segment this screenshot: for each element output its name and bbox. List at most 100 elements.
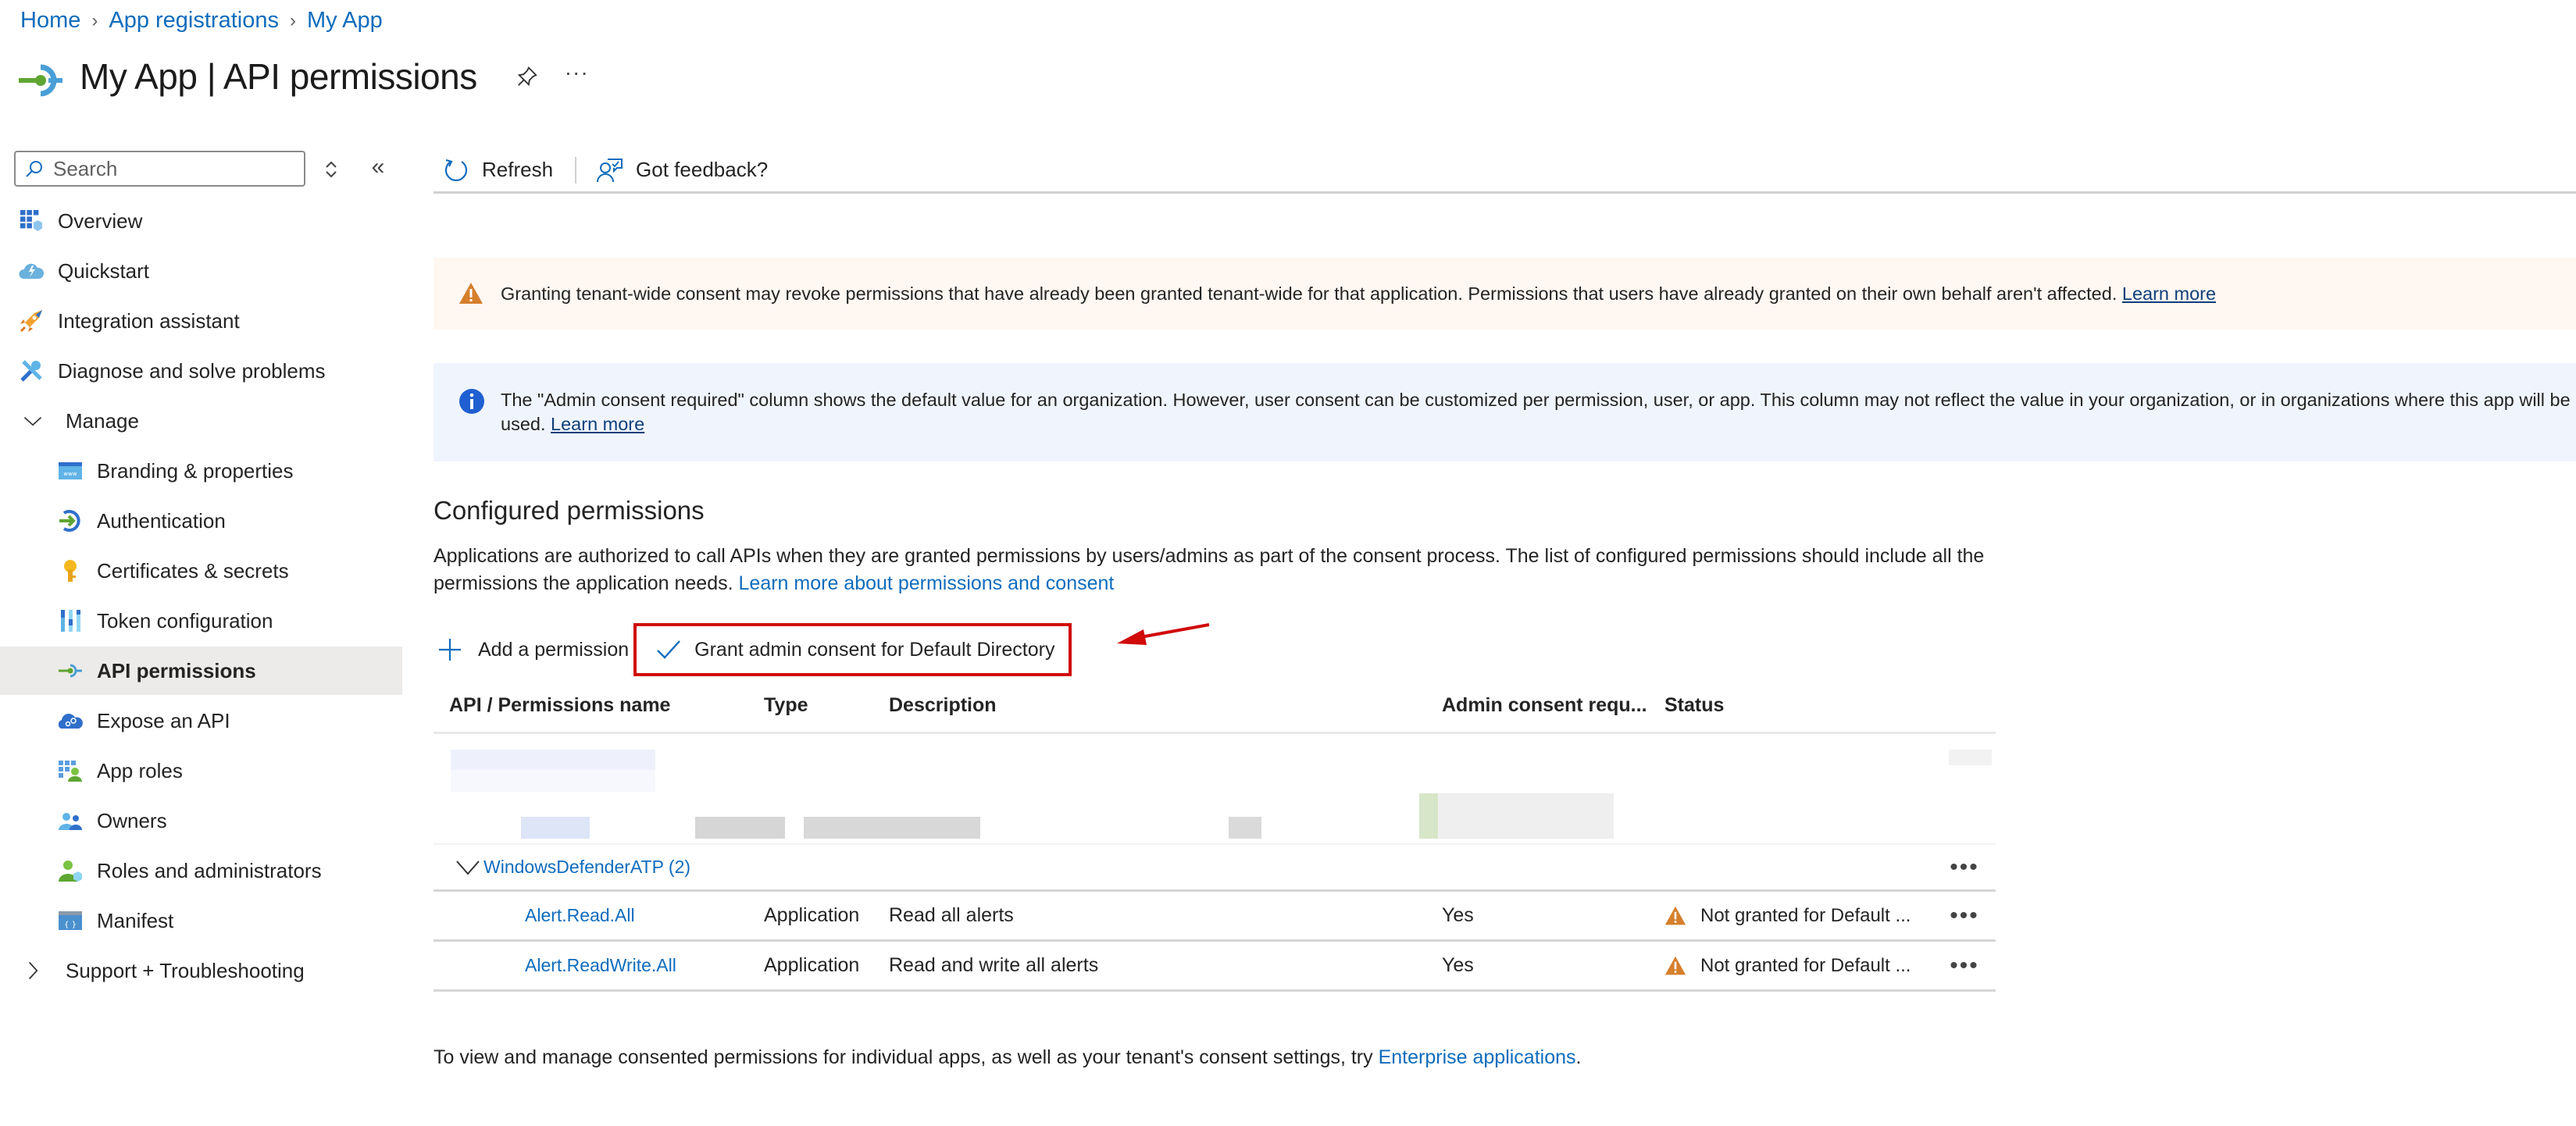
warning-text: Granting tenant-wide consent may revoke …: [501, 283, 2217, 304]
sidebar-item-owners[interactable]: Owners: [0, 796, 402, 845]
feedback-button[interactable]: Got feedback?: [587, 152, 779, 188]
sidebar-item-certificates[interactable]: Certificates & secrets: [0, 547, 402, 595]
warning-learn-more-link[interactable]: Learn more: [2122, 283, 2216, 304]
sidebar-item-branding[interactable]: www Branding & properties: [0, 447, 402, 495]
permission-name-link[interactable]: Alert.Read.All: [525, 905, 635, 925]
sidebar-item-label: Expose an API: [97, 708, 230, 732]
sidebar-item-label: Authentication: [97, 508, 226, 533]
breadcrumb-app-registrations[interactable]: App registrations: [109, 8, 279, 34]
expand-collapse-all-icon[interactable]: [320, 159, 342, 180]
collapse-sidebar-button[interactable]: «: [366, 154, 391, 180]
sidebar-item-label: App roles: [97, 758, 183, 782]
sidebar-item-authentication[interactable]: Authentication: [0, 497, 402, 545]
row-more-button[interactable]: •••: [1933, 903, 1996, 927]
sidebar-item-integration-assistant[interactable]: Integration assistant: [0, 297, 402, 345]
token-bars-icon: [58, 608, 83, 633]
permission-type: Application: [764, 904, 860, 926]
warning-icon: [1664, 905, 1686, 927]
admin-person-icon: [58, 858, 83, 883]
refresh-button[interactable]: Refresh: [433, 152, 564, 188]
sidebar: « Overview Quickstart Integration assist…: [0, 144, 402, 1126]
warning-icon: [458, 281, 483, 306]
status-text: Not granted for Default ...: [1700, 904, 1911, 926]
command-separator: [575, 156, 577, 184]
redacted-block: [1419, 793, 1438, 839]
warning-icon: [1664, 955, 1686, 977]
sidebar-item-label: Branding & properties: [97, 458, 294, 483]
footer-note: To view and manage consented permissions…: [433, 1046, 1582, 1068]
sidebar-item-token-configuration[interactable]: Token configuration: [0, 597, 402, 645]
owners-people-icon: [58, 808, 83, 833]
status-cell: Not granted for Default ...: [1664, 905, 1933, 927]
info-banner: The "Admin consent required" column show…: [433, 363, 2576, 461]
group-name: WindowsDefenderATP (2): [483, 857, 691, 877]
sidebar-item-expose-api[interactable]: Expose an API: [0, 697, 402, 745]
page-header: My App | API permissions ···: [17, 48, 589, 105]
www-browser-icon: www: [58, 458, 83, 483]
column-header-name[interactable]: API / Permissions name: [433, 694, 764, 717]
info-text: The "Admin consent required" column show…: [501, 390, 2571, 434]
search-input[interactable]: [53, 156, 287, 181]
breadcrumb-my-app[interactable]: My App: [307, 8, 383, 34]
info-learn-more-link[interactable]: Learn more: [551, 414, 644, 434]
sidebar-search[interactable]: [14, 151, 305, 187]
redacted-block: [451, 750, 655, 770]
cloud-bolt-icon: [19, 258, 44, 283]
sidebar-item-roles-admins[interactable]: Roles and administrators: [0, 846, 402, 895]
redacted-block: [1949, 750, 1992, 765]
redacted-rows: [433, 734, 1996, 845]
table-row: Alert.ReadWrite.All Application Read and…: [433, 942, 1996, 992]
chevron-down-icon: [20, 408, 45, 433]
breadcrumb: Home › App registrations › My App: [20, 8, 383, 34]
refresh-label: Refresh: [482, 158, 554, 181]
cloud-gears-icon: [58, 708, 83, 733]
command-bar: Refresh Got feedback?: [433, 148, 2576, 194]
sidebar-group-manage[interactable]: Manage: [0, 397, 402, 445]
api-connector-icon: [58, 658, 83, 683]
redacted-block: [521, 817, 590, 839]
warning-banner: Granting tenant-wide consent may revoke …: [433, 258, 2576, 330]
sidebar-item-quickstart[interactable]: Quickstart: [0, 247, 402, 295]
wrench-screwdriver-icon: [19, 358, 44, 383]
grant-admin-consent-label: Grant admin consent for Default Director…: [694, 638, 1055, 661]
svg-text:{ }: { }: [64, 921, 77, 929]
column-header-type[interactable]: Type: [764, 694, 889, 717]
key-icon: [58, 558, 83, 583]
breadcrumb-separator-icon: ›: [91, 9, 98, 31]
column-header-status[interactable]: Status: [1664, 694, 1933, 717]
status-cell: Not granted for Default ...: [1664, 955, 1933, 977]
manifest-braces-icon: { }: [58, 908, 83, 933]
permission-name-link[interactable]: Alert.ReadWrite.All: [525, 955, 676, 975]
group-toggle[interactable]: WindowsDefenderATP (2): [433, 857, 1933, 878]
sidebar-item-label: Manifest: [97, 908, 174, 932]
sidebar-group-support[interactable]: Support + Troubleshooting: [0, 946, 402, 995]
table-row: Alert.Read.All Application Read all aler…: [433, 892, 1996, 942]
learn-more-permissions-link[interactable]: Learn more about permissions and consent: [739, 572, 1115, 594]
enterprise-applications-link[interactable]: Enterprise applications: [1379, 1046, 1576, 1068]
section-description: Applications are authorized to call APIs…: [433, 545, 1985, 594]
sidebar-item-label: Integration assistant: [58, 308, 240, 333]
group-more-button[interactable]: •••: [1933, 855, 1996, 878]
sidebar-item-app-roles[interactable]: App roles: [0, 747, 402, 795]
breadcrumb-separator-icon: ›: [289, 9, 296, 31]
permissions-toolbar: Add a permission Grant admin consent for…: [437, 623, 1072, 676]
sidebar-item-api-permissions[interactable]: API permissions: [0, 647, 402, 695]
permission-group-row: WindowsDefenderATP (2) •••: [433, 845, 1996, 892]
sidebar-item-overview[interactable]: Overview: [0, 197, 402, 245]
redacted-block: [1438, 793, 1614, 839]
permission-type: Application: [764, 954, 860, 976]
add-permission-button[interactable]: Add a permission: [437, 626, 632, 673]
grant-admin-consent-button[interactable]: Grant admin consent for Default Director…: [633, 623, 1072, 676]
column-header-admin-consent[interactable]: Admin consent requ...: [1442, 694, 1664, 717]
column-header-description[interactable]: Description: [889, 694, 1442, 717]
permission-description: Read and write all alerts: [889, 954, 1099, 976]
status-text: Not granted for Default ...: [1700, 954, 1911, 976]
sidebar-item-diagnose[interactable]: Diagnose and solve problems: [0, 347, 402, 395]
pin-icon[interactable]: [513, 62, 541, 91]
sidebar-group-label: Manage: [66, 408, 139, 433]
sidebar-item-manifest[interactable]: { } Manifest: [0, 896, 402, 945]
permission-description: Read all alerts: [889, 904, 1014, 926]
breadcrumb-home[interactable]: Home: [20, 8, 80, 34]
row-more-button[interactable]: •••: [1933, 953, 1996, 977]
more-options-button[interactable]: ···: [565, 60, 589, 85]
